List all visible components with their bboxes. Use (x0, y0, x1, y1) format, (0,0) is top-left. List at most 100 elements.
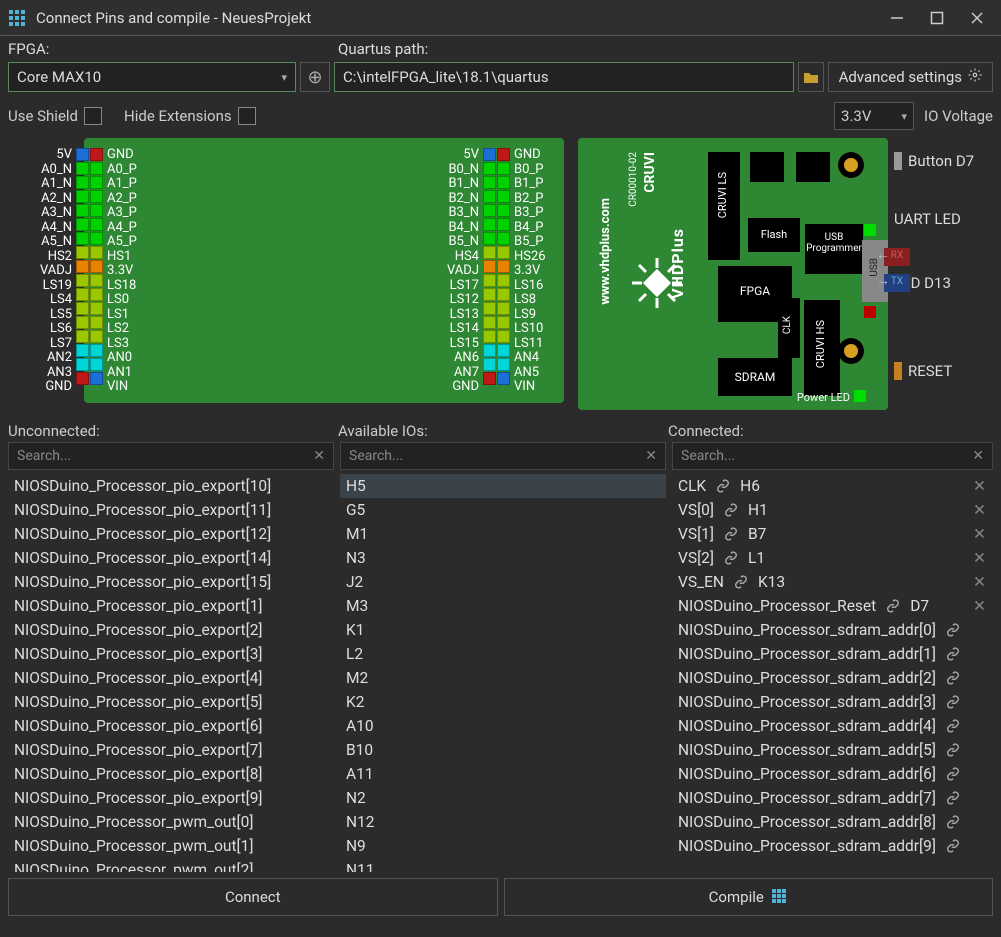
list-item[interactable]: J2 (340, 570, 666, 594)
pcb-diagram: Flash USBProgrammer RX TX ← → FPGA SDRAM… (578, 138, 888, 410)
list-item[interactable]: NIOSDuino_Processor_pio_export[15] (8, 570, 334, 594)
list-item[interactable]: NIOSDuino_Processor_sdram_addr[4] (672, 714, 992, 738)
list-item[interactable]: A10 (340, 714, 666, 738)
remove-icon[interactable]: ✕ (973, 597, 986, 615)
list-item[interactable]: N3 (340, 546, 666, 570)
remove-icon[interactable]: ✕ (973, 501, 986, 519)
list-item[interactable]: M3 (340, 594, 666, 618)
labels-row: FPGA: Quartus path: (0, 36, 1001, 58)
io-voltage-select[interactable]: 3.3V (834, 102, 914, 130)
sdram-chip: SDRAM (718, 358, 792, 396)
list-item[interactable]: N11 (340, 858, 666, 872)
remove-icon[interactable]: ✕ (973, 573, 986, 591)
remove-icon[interactable]: ✕ (973, 549, 986, 567)
link-icon (944, 623, 962, 637)
list-item[interactable]: NIOSDuino_Processor_pio_export[14] (8, 546, 334, 570)
list-item[interactable]: K1 (340, 618, 666, 642)
list-item[interactable]: M1 (340, 522, 666, 546)
remove-icon[interactable]: ✕ (973, 477, 986, 495)
compile-button[interactable]: Compile (504, 878, 994, 916)
app-icon (6, 7, 28, 29)
list-item[interactable]: NIOSDuino_Processor_pio_export[6] (8, 714, 334, 738)
unconnected-header: Unconnected: (8, 422, 338, 440)
list-item[interactable]: VS[1]B7✕ (672, 522, 992, 546)
list-item[interactable]: NIOSDuino_Processor_sdram_addr[2] (672, 666, 992, 690)
reset-label: RESET (908, 362, 952, 380)
list-item[interactable]: NIOSDuino_Processor_sdram_addr[9] (672, 834, 992, 858)
list-item[interactable]: NIOSDuino_Processor_pwm_out[2] (8, 858, 334, 872)
list-item[interactable]: NIOSDuino_Processor_sdram_addr[8] (672, 810, 992, 834)
list-item[interactable]: VS[0]H1✕ (672, 498, 992, 522)
use-shield-checkbox[interactable] (84, 107, 102, 125)
list-item[interactable]: G5 (340, 498, 666, 522)
list-item[interactable]: NIOSDuino_Processor_ResetD7✕ (672, 594, 992, 618)
list-item[interactable]: NIOSDuino_Processor_pio_export[1] (8, 594, 334, 618)
available-search[interactable]: Search...✕ (340, 442, 666, 470)
window-title: Connect Pins and compile - NeuesProjekt (36, 9, 877, 27)
clear-icon[interactable]: ✕ (645, 448, 657, 464)
maximize-button[interactable] (917, 0, 957, 36)
unconnected-search[interactable]: Search...✕ (8, 442, 334, 470)
cruvi-ls (708, 152, 740, 260)
list-item[interactable]: H5 (340, 474, 666, 498)
list-item[interactable]: NIOSDuino_Processor_pio_export[2] (8, 618, 334, 642)
list-item[interactable]: L2 (340, 642, 666, 666)
hide-ext-label: Hide Extensions (124, 107, 232, 125)
list-item[interactable]: NIOSDuino_Processor_pio_export[10] (8, 474, 334, 498)
close-button[interactable] (957, 0, 997, 36)
list-item[interactable]: NIOSDuino_Processor_sdram_addr[7] (672, 786, 992, 810)
list-item[interactable]: VS[2]L1✕ (672, 546, 992, 570)
list-item[interactable]: CLKH6✕ (672, 474, 992, 498)
list-item[interactable]: VS_ENK13✕ (672, 570, 992, 594)
connected-search[interactable]: Search...✕ (672, 442, 993, 470)
titlebar: Connect Pins and compile - NeuesProjekt (0, 0, 1001, 36)
list-item[interactable]: N2 (340, 786, 666, 810)
clear-icon[interactable]: ✕ (972, 448, 984, 464)
list-item[interactable]: NIOSDuino_Processor_sdram_addr[3] (672, 690, 992, 714)
list-item[interactable]: NIOSDuino_Processor_pio_export[8] (8, 762, 334, 786)
gear-icon (968, 68, 982, 86)
list-item[interactable]: K2 (340, 690, 666, 714)
browse-button[interactable] (798, 62, 824, 92)
list-item[interactable]: NIOSDuino_Processor_pio_export[9] (8, 786, 334, 810)
clk-chip (778, 298, 800, 358)
blackbox-1 (750, 152, 784, 182)
list-item[interactable]: NIOSDuino_Processor_pio_export[5] (8, 690, 334, 714)
list-item[interactable]: A11 (340, 762, 666, 786)
list-item[interactable]: NIOSDuino_Processor_sdram_addr[0] (672, 618, 992, 642)
fpga-select[interactable]: Core MAX10 (8, 62, 296, 92)
connect-button[interactable]: Connect (8, 878, 498, 916)
minimize-button[interactable] (877, 0, 917, 36)
list-item[interactable]: NIOSDuino_Processor_pio_export[3] (8, 642, 334, 666)
list-item[interactable]: NIOSDuino_Processor_pio_export[11] (8, 498, 334, 522)
list-item[interactable]: NIOSDuino_Processor_pio_export[4] (8, 666, 334, 690)
list-item[interactable]: NIOSDuino_Processor_sdram_addr[6] (672, 762, 992, 786)
list-item[interactable]: M2 (340, 666, 666, 690)
pcb-cruvi: CRUVI (642, 152, 658, 193)
list-item[interactable]: NIOSDuino_Processor_sdram_addr[5] (672, 738, 992, 762)
list-item[interactable]: N9 (340, 834, 666, 858)
list-item[interactable]: NIOSDuino_Processor_pwm_out[0] (8, 810, 334, 834)
connected-list[interactable]: CLKH6✕VS[0]H1✕VS[1]B7✕VS[2]L1✕VS_ENK13✕N… (672, 474, 993, 872)
unconnected-list[interactable]: NIOSDuino_Processor_pio_export[10]NIOSDu… (8, 474, 334, 872)
list-item[interactable]: NIOSDuino_Processor_sdram_addr[1] (672, 642, 992, 666)
link-icon (944, 719, 962, 733)
available-list[interactable]: H5G5M1N3J2M3K1L2M2K2A10B10A11N2N12N9N11 (340, 474, 666, 872)
cruvi-hs (804, 300, 840, 396)
advanced-settings-button[interactable]: Advanced settings (828, 62, 993, 92)
list-item[interactable]: NIOSDuino_Processor_pwm_out[1] (8, 834, 334, 858)
pinlabels-rightblock-right: GNDB0_PB1_PB2_PB3_PB4_PB5_PHS263.3VLS16L… (510, 148, 564, 395)
control-row: Core MAX10 ⊕ C:\intelFPGA_lite\18.1\quar… (0, 58, 1001, 96)
list-item[interactable]: B10 (340, 738, 666, 762)
chip-icon (632, 258, 682, 308)
clear-icon[interactable]: ✕ (313, 448, 325, 464)
hide-ext-checkbox[interactable] (238, 107, 256, 125)
power-led-label: Power LED (797, 391, 850, 404)
list-item[interactable]: N12 (340, 810, 666, 834)
remove-icon[interactable]: ✕ (973, 525, 986, 543)
quartus-path-input[interactable]: C:\intelFPGA_lite\18.1\quartus (334, 62, 794, 92)
add-fpga-button[interactable]: ⊕ (300, 62, 330, 92)
link-icon (944, 671, 962, 685)
list-item[interactable]: NIOSDuino_Processor_pio_export[12] (8, 522, 334, 546)
list-item[interactable]: NIOSDuino_Processor_pio_export[7] (8, 738, 334, 762)
